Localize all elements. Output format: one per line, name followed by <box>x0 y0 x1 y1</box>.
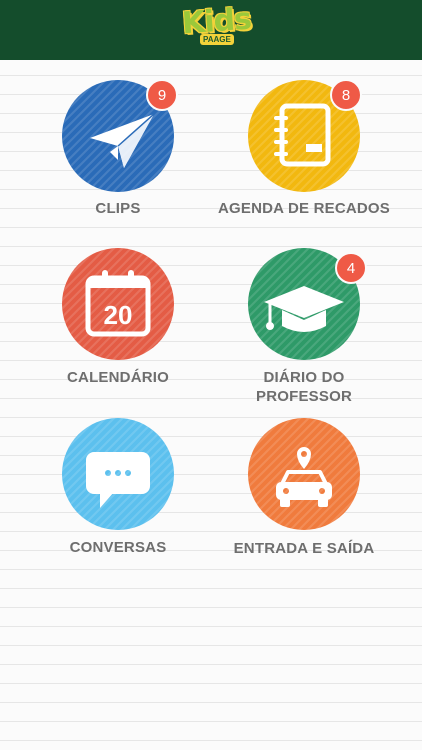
calendar-day: 20 <box>104 300 133 330</box>
chat-bubble-icon <box>86 452 150 508</box>
calendar-circle[interactable]: 20 <box>62 248 174 360</box>
app-header: Kids PAAGE <box>0 0 422 60</box>
diario-badge: 4 <box>335 252 367 284</box>
diario-label-line2: PROFESSOR <box>256 388 352 405</box>
agenda-badge: 8 <box>330 79 362 111</box>
entrada-saida-circle[interactable] <box>248 418 360 530</box>
logo-subtext: PAAGE <box>200 34 234 45</box>
clips-badge: 9 <box>146 79 178 111</box>
clips-label: CLIPS <box>95 200 141 217</box>
car-location-icon <box>276 446 332 507</box>
entrada-saida-label: ENTRADA E SAÍDA <box>233 540 375 557</box>
diario-label-line1: DIÁRIO DO <box>263 369 345 386</box>
kids-logo: Kids PAAGE <box>178 2 252 50</box>
conversas-circle[interactable] <box>62 418 174 530</box>
conversas-label: CONVERSAS <box>69 539 167 556</box>
agenda-label: AGENDA DE RECADOS <box>217 200 391 217</box>
calendar-label: CALENDÁRIO <box>67 369 169 386</box>
calendar-icon: 20 <box>85 270 151 337</box>
